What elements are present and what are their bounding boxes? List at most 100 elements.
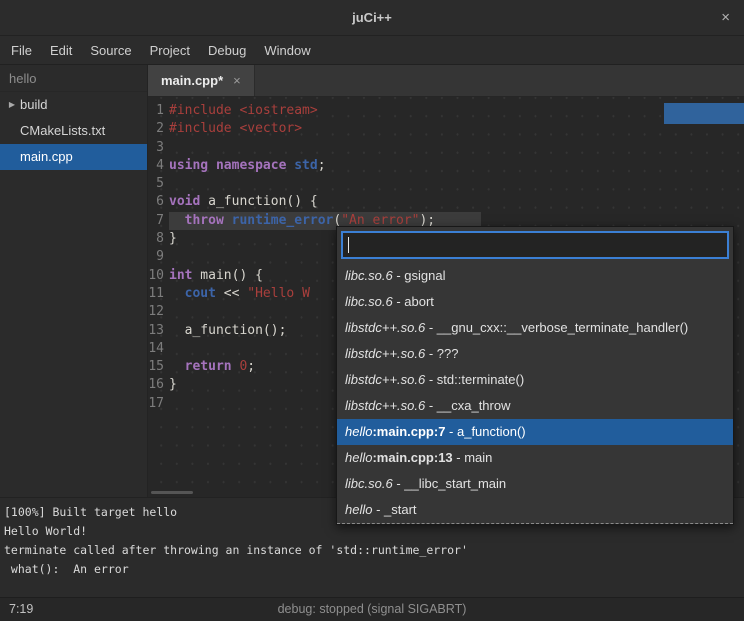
line-number[interactable]: 9: [148, 248, 169, 266]
code-token: cout: [185, 286, 216, 301]
code-token: [169, 213, 185, 228]
code-token: void: [169, 194, 200, 209]
scrollbar-overview[interactable]: [664, 103, 744, 124]
stack-frame-item[interactable]: libc.so.6 - gsignal: [337, 263, 733, 289]
tab-close-icon[interactable]: ×: [233, 73, 241, 88]
menu-file[interactable]: File: [2, 36, 41, 65]
frame-symbol: - gsignal: [393, 268, 446, 283]
line-number[interactable]: 5: [148, 175, 169, 193]
tree-item-label: build: [20, 92, 47, 118]
line-number[interactable]: 15: [148, 358, 169, 376]
stack-search-input[interactable]: [341, 231, 729, 259]
code-token: a_function();: [169, 323, 286, 338]
tree-item-label: CMakeLists.txt: [20, 118, 105, 144]
frame-location: :main.cpp:7: [372, 424, 445, 439]
stack-frame-item[interactable]: libstdc++.so.6 - ???: [337, 341, 733, 367]
stack-frame-item[interactable]: libstdc++.so.6 - __cxa_throw: [337, 393, 733, 419]
code-token: <<: [216, 286, 247, 301]
frame-module: hello: [345, 424, 372, 439]
line-number[interactable]: 17: [148, 395, 169, 413]
line-number[interactable]: 13: [148, 322, 169, 340]
tabbar: main.cpp* ×: [148, 65, 744, 97]
menu-project[interactable]: Project: [141, 36, 199, 65]
frame-module: libc.so.6: [345, 268, 393, 283]
sidebar-item-cmakelists[interactable]: CMakeLists.txt: [0, 118, 147, 144]
stack-frame-popup: libc.so.6 - gsignallibc.so.6 - abortlibs…: [336, 226, 734, 525]
frame-module: libstdc++.so.6: [345, 346, 425, 361]
code-line[interactable]: 4using namespace std;: [148, 157, 744, 175]
menu-edit[interactable]: Edit: [41, 36, 81, 65]
code-text: using namespace std;: [169, 157, 326, 175]
menubar: File Edit Source Project Debug Window: [0, 36, 744, 65]
line-number[interactable]: 2: [148, 120, 169, 138]
line-number[interactable]: 3: [148, 139, 169, 157]
frame-location: :main.cpp:13: [372, 450, 452, 465]
frame-module: libc.so.6: [345, 476, 393, 491]
line-number[interactable]: 4: [148, 157, 169, 175]
close-icon[interactable]: ×: [721, 0, 730, 36]
titlebar: juCi++ ×: [0, 0, 744, 36]
menu-source[interactable]: Source: [81, 36, 140, 65]
code-text: }: [169, 230, 177, 248]
line-number[interactable]: 8: [148, 230, 169, 248]
horizontal-scrollbar[interactable]: [151, 491, 193, 494]
frame-module: libstdc++.so.6: [345, 398, 425, 413]
code-token: a_function() {: [200, 194, 317, 209]
stack-frame-item[interactable]: hello - _start: [337, 497, 733, 523]
line-number[interactable]: 14: [148, 340, 169, 358]
code-line[interactable]: 3: [148, 139, 744, 157]
frame-module: hello: [345, 502, 372, 517]
code-token: throw: [185, 213, 224, 228]
code-token: [169, 286, 185, 301]
code-token: using namespace: [169, 158, 286, 173]
line-number[interactable]: 10: [148, 267, 169, 285]
line-number[interactable]: 11: [148, 285, 169, 303]
frame-module: libc.so.6: [345, 294, 393, 309]
code-token: #include <iostream>: [169, 103, 318, 118]
code-text: #include <iostream>: [169, 102, 318, 120]
statusbar: 7:19 debug: stopped (signal SIGABRT): [0, 597, 744, 621]
stack-frame-item[interactable]: libc.so.6 - abort: [337, 289, 733, 315]
code-line[interactable]: 5: [148, 175, 744, 193]
code-text: a_function();: [169, 322, 286, 340]
project-name: hello: [0, 65, 147, 92]
file-tree-sidebar: hello ▶ build CMakeLists.txt main.cpp: [0, 65, 148, 497]
stack-frame-item[interactable]: libstdc++.so.6 - std::terminate(): [337, 367, 733, 393]
frame-module: libstdc++.so.6: [345, 320, 425, 335]
frame-symbol: - main: [453, 450, 493, 465]
tree-item-label: main.cpp: [20, 144, 73, 170]
menu-window[interactable]: Window: [255, 36, 319, 65]
code-token: "Hello W: [247, 286, 310, 301]
code-line[interactable]: 2#include <vector>: [148, 120, 744, 138]
frame-symbol: - __gnu_cxx::__verbose_terminate_handler…: [425, 320, 688, 335]
frame-symbol: - __cxa_throw: [425, 398, 510, 413]
line-number[interactable]: 12: [148, 303, 169, 321]
stack-frame-item[interactable]: hello:main.cpp:7 - a_function(): [337, 419, 733, 445]
stack-frame-item[interactable]: libc.so.6 - __libc_start_main: [337, 471, 733, 497]
expander-icon[interactable]: ▶: [4, 92, 20, 118]
line-number[interactable]: 7: [148, 212, 169, 230]
menu-debug[interactable]: Debug: [199, 36, 255, 65]
code-token: runtime_error: [232, 213, 334, 228]
code-text: cout << "Hello W: [169, 285, 310, 303]
window-title: juCi++: [352, 10, 392, 25]
frame-symbol: - std::terminate(): [425, 372, 524, 387]
code-text: int main() {: [169, 267, 263, 285]
sidebar-item-build[interactable]: ▶ build: [0, 92, 147, 118]
code-line[interactable]: 6void a_function() {: [148, 193, 744, 211]
code-token: int: [169, 268, 192, 283]
code-line[interactable]: 1#include <iostream>: [148, 102, 744, 120]
stack-frame-item[interactable]: hello:main.cpp:13 - main: [337, 445, 733, 471]
code-token: #include <vector>: [169, 121, 302, 136]
code-token: [224, 213, 232, 228]
frame-symbol: - abort: [393, 294, 434, 309]
sidebar-item-main-cpp[interactable]: main.cpp: [0, 144, 147, 170]
tab-main-cpp[interactable]: main.cpp* ×: [148, 65, 255, 96]
line-number[interactable]: 6: [148, 193, 169, 211]
code-text: return 0;: [169, 358, 255, 376]
code-text: }: [169, 376, 177, 394]
line-number[interactable]: 16: [148, 376, 169, 394]
line-number[interactable]: 1: [148, 102, 169, 120]
code-token: ;: [247, 359, 255, 374]
stack-frame-item[interactable]: libstdc++.so.6 - __gnu_cxx::__verbose_te…: [337, 315, 733, 341]
